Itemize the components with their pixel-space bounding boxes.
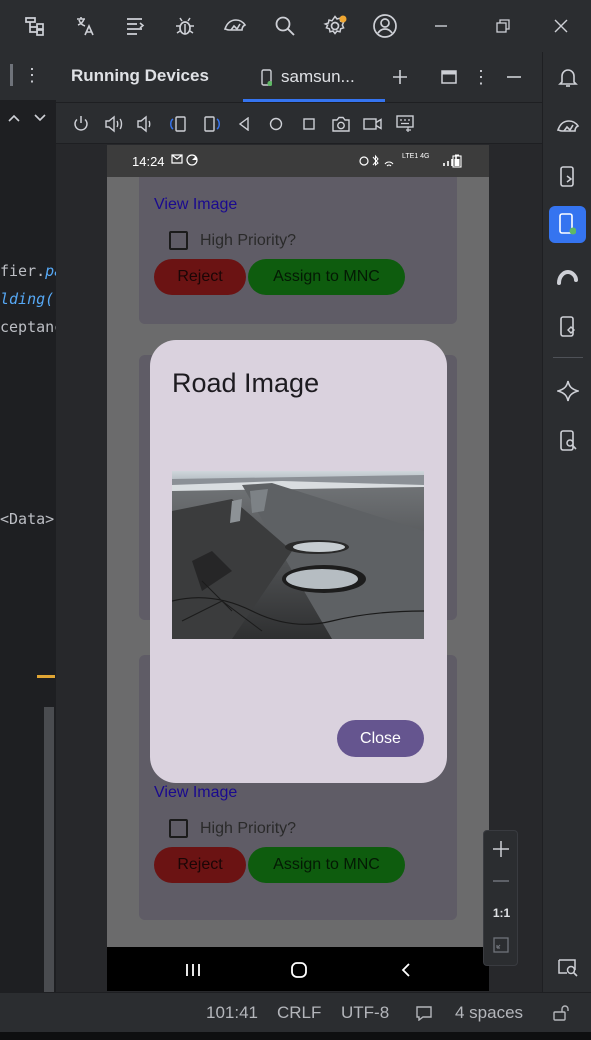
ai-sparkle-icon[interactable] [555, 378, 581, 404]
code-line-2: lding( [0, 290, 55, 308]
status-bar: 101:41 CRLF UTF-8 4 spaces [0, 992, 591, 1032]
code-line-3: ceptanc [0, 318, 64, 336]
road-pothole-image [172, 471, 424, 639]
file-encoding[interactable]: UTF-8 [341, 993, 389, 1033]
ide-window: ⋮ fier.pa lding( ceptanc <Data> Running … [0, 0, 591, 1040]
app-quality-insights-icon[interactable] [222, 13, 248, 39]
main-toolbar [0, 0, 591, 52]
editor-scrollbar[interactable] [44, 707, 54, 992]
account-avatar-icon[interactable] [372, 13, 398, 39]
caret-position[interactable]: 101:41 [206, 993, 258, 1033]
close-button[interactable]: Close [337, 720, 424, 757]
reject-button[interactable]: Reject [154, 847, 246, 883]
strip-separator [553, 357, 583, 358]
editor-tab-strip: ⋮ [0, 52, 56, 100]
rotate-right-icon[interactable] [199, 113, 223, 135]
actual-size-button[interactable]: 1:1 [484, 906, 519, 920]
battery-icon [452, 154, 464, 168]
power-button-icon[interactable] [70, 113, 92, 135]
restore-window-icon[interactable] [490, 13, 516, 39]
android-nav-bar [107, 947, 489, 991]
layout-inspector-icon[interactable] [555, 428, 581, 454]
device-manager-icon[interactable] [555, 164, 581, 190]
running-devices-icon [555, 212, 579, 236]
zoom-in-icon[interactable] [489, 837, 513, 861]
running-devices-active-button[interactable] [549, 206, 586, 243]
network-type: LTE1 4G [402, 153, 430, 160]
zoom-controls: 1:1 [483, 830, 518, 966]
more-options-icon[interactable]: ⋮ [22, 64, 42, 86]
gemini-studio-icon[interactable] [555, 264, 581, 290]
volume-up-icon[interactable] [103, 113, 125, 135]
device-explorer-icon[interactable] [555, 314, 581, 340]
keyboard-input-icon[interactable] [395, 113, 417, 135]
high-priority-checkbox[interactable] [169, 819, 188, 838]
hide-panel-icon[interactable] [503, 66, 525, 88]
logcat-icon[interactable] [122, 13, 148, 39]
back-nav-icon[interactable] [394, 959, 418, 981]
find-usages-icon[interactable] [555, 954, 581, 980]
taskbar-edge [0, 1032, 591, 1040]
view-image-link[interactable]: View Image [154, 784, 237, 802]
project-structure-icon[interactable] [22, 13, 48, 39]
panel-options-icon[interactable]: ⋮ [470, 66, 492, 88]
phone-status-bar: 14:24 LTE1 4G [107, 145, 489, 177]
settings-gear-icon[interactable] [322, 13, 348, 39]
home-nav-icon[interactable] [287, 959, 311, 981]
zoom-out-icon[interactable] [489, 869, 513, 893]
screenshot-camera-icon[interactable] [330, 113, 352, 135]
notification-icons [171, 153, 201, 167]
line-separator[interactable]: CRLF [277, 993, 321, 1033]
editor-nav [0, 102, 56, 136]
high-priority-checkbox[interactable] [169, 231, 188, 250]
debug-bug-icon[interactable] [172, 13, 198, 39]
window-layout-icon[interactable] [438, 66, 460, 88]
unlock-icon[interactable] [551, 1003, 571, 1023]
volume-down-icon[interactable] [134, 113, 156, 135]
fit-screen-icon[interactable] [491, 935, 511, 955]
code-marker [37, 675, 55, 678]
tab-separator [10, 64, 13, 86]
app-inspection-icon[interactable] [555, 114, 581, 140]
panel-divider [56, 102, 542, 103]
close-window-icon[interactable] [548, 13, 574, 39]
dialog-title: Road Image [172, 368, 320, 398]
device-toolbar [56, 104, 542, 142]
tab-device-label: samsun... [281, 67, 355, 86]
translate-icon[interactable] [72, 13, 98, 39]
panel-title: Running Devices [71, 66, 209, 85]
rotate-left-icon[interactable] [167, 113, 191, 135]
reject-button[interactable]: Reject [154, 259, 246, 295]
chevron-up-icon[interactable] [6, 110, 22, 126]
back-nav-icon[interactable] [234, 113, 254, 135]
home-nav-icon[interactable] [266, 113, 286, 135]
overview-nav-icon[interactable] [299, 113, 319, 135]
assign-to-mnc-button[interactable]: Assign to MNC [248, 847, 405, 883]
status-system-icons [359, 154, 399, 168]
road-image-dialog: Road Image Close [150, 340, 447, 783]
notifications-bell-icon[interactable] [555, 64, 581, 90]
code-line-4: <Data> [0, 510, 55, 528]
search-icon[interactable] [272, 13, 298, 39]
phone-clock: 14:24 [132, 154, 165, 169]
right-tool-strip [542, 52, 591, 992]
minimize-window-icon[interactable] [428, 13, 454, 39]
readonly-toggle-icon[interactable] [414, 1003, 434, 1023]
report-card: View Image High Priority? Reject Assign … [139, 177, 457, 324]
indent-setting[interactable]: 4 spaces [455, 993, 523, 1033]
code-line-1: fier.pa [0, 262, 64, 280]
add-tab-icon[interactable] [389, 66, 411, 88]
chevron-down-icon[interactable] [32, 110, 48, 126]
high-priority-label: High Priority? [200, 232, 297, 249]
tab-device[interactable]: samsun... [243, 52, 385, 102]
phone-device-icon [259, 68, 273, 86]
high-priority-label: High Priority? [200, 820, 297, 837]
code-editor[interactable]: ⋮ fier.pa lding( ceptanc <Data> [0, 52, 63, 992]
recents-nav-icon[interactable] [181, 959, 205, 981]
screen-record-icon[interactable] [362, 113, 384, 135]
view-image-link[interactable]: View Image [154, 196, 237, 214]
assign-to-mnc-button[interactable]: Assign to MNC [248, 259, 405, 295]
